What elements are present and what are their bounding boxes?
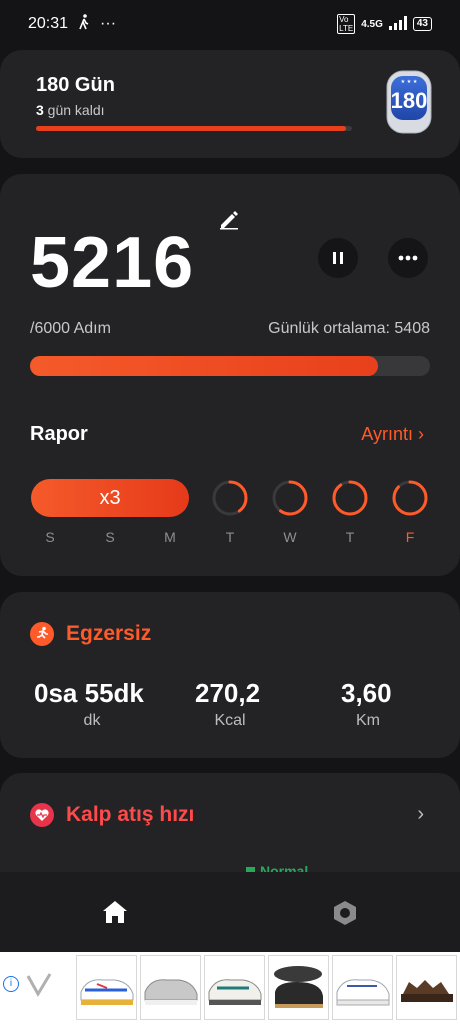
exercise-title: Egzersiz	[66, 622, 152, 645]
signal-icon	[388, 15, 407, 33]
status-time: 20:31	[28, 15, 69, 32]
day-label: T	[345, 529, 355, 545]
ad-info-icon[interactable]: i	[3, 976, 19, 992]
nav-home-button[interactable]	[102, 900, 128, 929]
day-label: S	[105, 529, 115, 545]
challenge-title: 180 Gün	[36, 74, 115, 96]
day-label: W	[283, 529, 297, 545]
ad-product-image[interactable]	[268, 955, 329, 1020]
challenge-progress	[36, 126, 352, 131]
day-progress-ring[interactable]	[211, 479, 249, 517]
network-type: 4.5G	[361, 18, 383, 30]
nav-device-button[interactable]	[332, 900, 358, 931]
exercise-duration-unit: dk	[83, 712, 101, 729]
badge-label: 180	[390, 88, 428, 113]
steps-progress-bar	[30, 356, 430, 376]
day-progress-ring[interactable]	[391, 479, 429, 517]
more-options-button[interactable]	[388, 238, 428, 278]
svg-text:★ ★ ★: ★ ★ ★	[401, 79, 418, 85]
chevron-right-icon: ›	[418, 424, 424, 444]
ad-product-image[interactable]	[76, 955, 137, 1020]
ad-product-image[interactable]	[396, 955, 457, 1020]
day-progress-ring[interactable]	[331, 479, 369, 517]
days-left: 3 gün kaldı	[36, 102, 105, 118]
chevron-right-icon[interactable]: ›	[417, 803, 424, 826]
exercise-distance-unit: Km	[356, 712, 380, 729]
day-label: T	[225, 529, 235, 545]
exercise-calories-unit: Kcal	[214, 712, 246, 729]
walking-icon	[78, 13, 90, 35]
day-progress-ring[interactable]	[271, 479, 309, 517]
detail-link[interactable]: Ayrıntı ›	[361, 424, 424, 445]
home-icon	[103, 901, 127, 923]
report-title: Rapor	[30, 423, 88, 445]
step-count: 5216	[30, 223, 195, 303]
ad-choices-icon[interactable]	[26, 972, 52, 1003]
edit-icon[interactable]	[218, 208, 240, 230]
volte-icon: Vo LTE	[337, 14, 356, 34]
ad-banner[interactable]: i	[0, 952, 460, 1024]
bottom-navigation	[0, 872, 460, 952]
streak-label: x3	[99, 486, 121, 509]
status-bar: 20:31 ··· Vo LTE 4.5G 43	[0, 0, 460, 48]
streak-pill: x3	[31, 479, 189, 517]
pause-button[interactable]	[318, 238, 358, 278]
ad-product-image[interactable]	[204, 955, 265, 1020]
battery-icon: 43	[412, 17, 432, 31]
pause-icon	[333, 252, 343, 264]
running-icon	[30, 622, 54, 646]
step-goal: /6000 Adım	[30, 320, 111, 337]
day-label: M	[164, 529, 176, 545]
heart-rate-title: Kalp atış hızı	[66, 803, 195, 826]
ad-product-image[interactable]	[332, 955, 393, 1020]
exercise-distance: 3,60	[341, 678, 392, 708]
more-dots-icon	[398, 255, 418, 261]
steps-card: 5216 /6000 Adım Günlük ortalama: 5408 Ra…	[0, 174, 460, 576]
daily-average: Günlük ortalama: 5408	[268, 320, 430, 337]
exercise-calories: 270,2	[195, 678, 261, 708]
ad-product-image[interactable]	[140, 955, 201, 1020]
day-label: S	[45, 529, 55, 545]
hexagon-device-icon	[334, 901, 356, 925]
exercise-card[interactable]: Egzersiz 0sa 55dk dk 270,2 Kcal 3,60 Km	[0, 592, 460, 758]
day-label: F	[405, 529, 415, 545]
status-more-icon: ···	[100, 15, 117, 32]
heart-icon	[30, 803, 54, 827]
exercise-duration: 0sa 55dk	[34, 678, 144, 708]
